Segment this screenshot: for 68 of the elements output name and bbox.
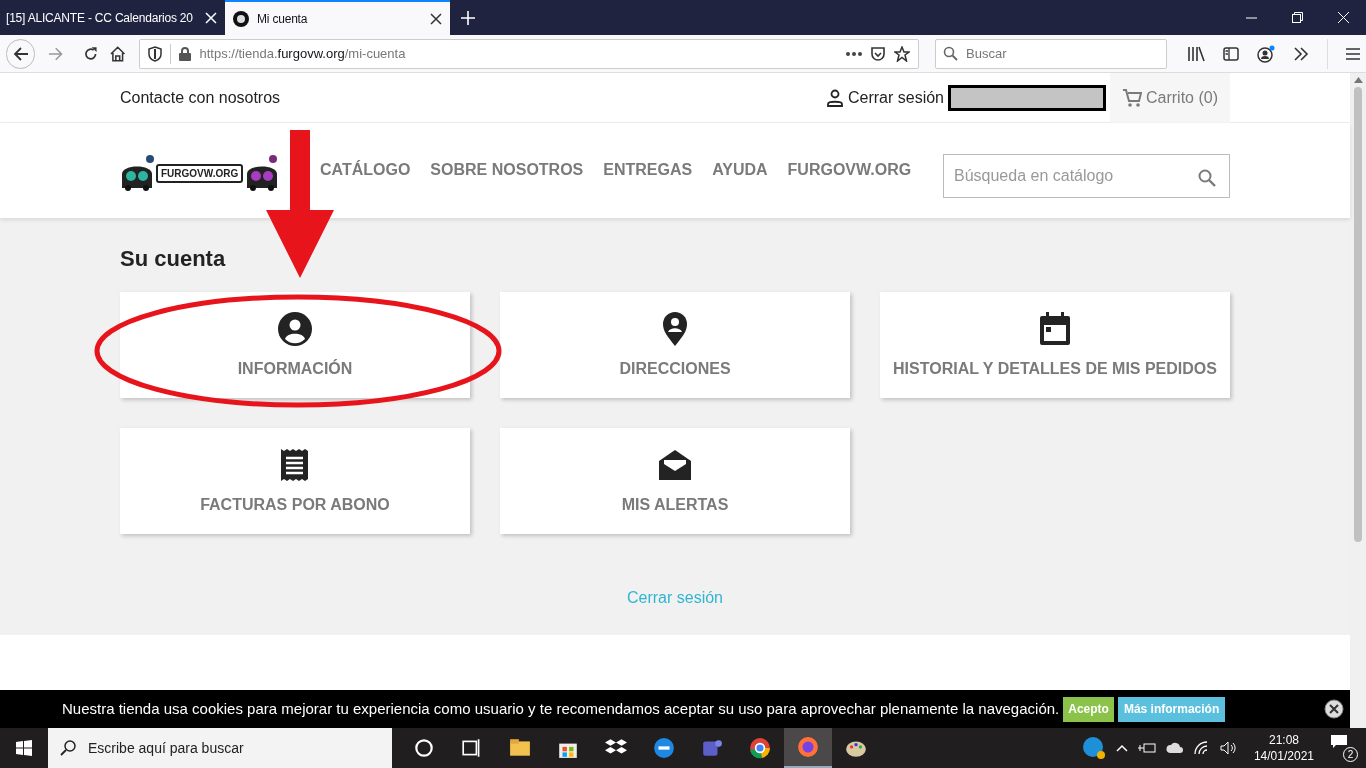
cloud-icon[interactable] bbox=[1165, 742, 1184, 754]
logo-text: FURGOVW.ORG bbox=[156, 163, 244, 183]
user-icon bbox=[825, 88, 844, 107]
page-heading: Su cuenta bbox=[120, 245, 227, 273]
shopping-cart-icon bbox=[1122, 87, 1142, 108]
close-icon[interactable] bbox=[430, 12, 442, 25]
furgovw-logo[interactable]: FURGOVW.ORG bbox=[120, 153, 280, 193]
windows-start-icon[interactable] bbox=[16, 740, 32, 756]
notifications-button[interactable]: 2 bbox=[1330, 734, 1358, 762]
restore-icon[interactable] bbox=[1291, 12, 1303, 23]
sidebar-icon[interactable] bbox=[1223, 46, 1239, 61]
nav-link[interactable]: AYUDA bbox=[712, 158, 768, 182]
back-arrow-icon bbox=[12, 45, 29, 62]
reload-icon[interactable] bbox=[82, 45, 98, 62]
message-icon bbox=[1330, 734, 1348, 750]
nav-link[interactable]: ENTREGAS bbox=[603, 158, 693, 182]
search-icon[interactable] bbox=[1198, 169, 1216, 187]
logout-link[interactable]: Cerrar sesión bbox=[825, 85, 944, 110]
star-icon[interactable] bbox=[894, 45, 910, 62]
scroll-up-icon[interactable] bbox=[1353, 77, 1363, 83]
home-icon[interactable] bbox=[110, 45, 126, 62]
menu-icon[interactable] bbox=[1346, 47, 1360, 60]
contact-link[interactable]: Contacte con nosotros bbox=[120, 85, 281, 110]
firefox-browser-icon[interactable] bbox=[797, 736, 819, 758]
browser-tab[interactable]: Mi cuenta bbox=[225, 0, 450, 35]
shield-icon bbox=[148, 45, 163, 62]
catalog-search-field[interactable]: Búsqueda en catálogo bbox=[943, 154, 1230, 198]
nav-link[interactable]: CATÁLOGO bbox=[320, 158, 411, 182]
cookie-message: Nuestra tienda usa cookies para mejorar tu experiencia como usuario y te recomendamos aceptar su uso para aprovechar plenamente la navegación. bbox=[62, 698, 1060, 719]
overflow-chevrons-icon[interactable] bbox=[1293, 46, 1309, 61]
account-card[interactable]: INFORMACIÓN bbox=[120, 292, 470, 398]
address-bar[interactable]: https://tienda.furgovw.org/mi-cuenta bbox=[139, 38, 919, 69]
nav-link[interactable]: SOBRE NOSOTROS bbox=[430, 158, 584, 182]
search-icon bbox=[943, 45, 958, 61]
chevron-up-icon[interactable] bbox=[1115, 744, 1128, 752]
user-circle-icon bbox=[277, 311, 313, 347]
van-drawing bbox=[120, 154, 154, 192]
lock-icon bbox=[179, 46, 192, 61]
logout-link[interactable]: Cerrar sesión bbox=[627, 586, 723, 610]
taskbar-search-field[interactable]: Escribe aquí para buscar bbox=[48, 728, 392, 768]
chrome-browser-icon[interactable] bbox=[749, 737, 771, 759]
scrollbar-thumb[interactable] bbox=[1354, 87, 1362, 542]
account-card[interactable]: FACTURAS POR ABONO bbox=[120, 428, 470, 534]
clock[interactable]: 21:08 14/01/2021 bbox=[1253, 732, 1314, 764]
search-icon bbox=[60, 740, 76, 756]
account-card[interactable]: HISTORIAL Y DETALLES DE MIS PEDIDOS bbox=[880, 292, 1230, 398]
nav-link[interactable]: FURGOVW.ORG bbox=[787, 158, 912, 182]
account-card[interactable]: MIS ALERTAS bbox=[500, 428, 850, 534]
van-drawing bbox=[245, 154, 280, 192]
pocket-icon[interactable] bbox=[870, 45, 886, 62]
new-tab-icon[interactable] bbox=[461, 10, 475, 25]
folder-icon[interactable] bbox=[509, 737, 531, 759]
more-actions-icon[interactable] bbox=[846, 51, 862, 56]
wifi-icon[interactable] bbox=[1193, 741, 1210, 755]
account-card[interactable]: DIRECCIONES bbox=[500, 292, 850, 398]
cart-button[interactable]: Carrito (0) bbox=[1110, 73, 1230, 123]
speaker-icon[interactable] bbox=[1219, 741, 1238, 755]
battery-plug-icon[interactable] bbox=[1137, 742, 1156, 754]
cortana-circle-icon[interactable] bbox=[413, 737, 435, 759]
url-text: https://tienda.furgovw.org/mi-cuenta bbox=[199, 44, 407, 63]
calendar-icon bbox=[1037, 311, 1073, 347]
search-field[interactable]: Buscar bbox=[935, 38, 1167, 69]
envelope-icon bbox=[657, 447, 693, 483]
close-icon[interactable] bbox=[1324, 699, 1344, 719]
account-icon[interactable] bbox=[1257, 44, 1275, 63]
library-icon[interactable] bbox=[1187, 45, 1205, 62]
favicon-icon bbox=[233, 10, 249, 27]
browser-tab[interactable]: [15] ALICANTE - CC Calendarios 20 bbox=[0, 0, 225, 35]
